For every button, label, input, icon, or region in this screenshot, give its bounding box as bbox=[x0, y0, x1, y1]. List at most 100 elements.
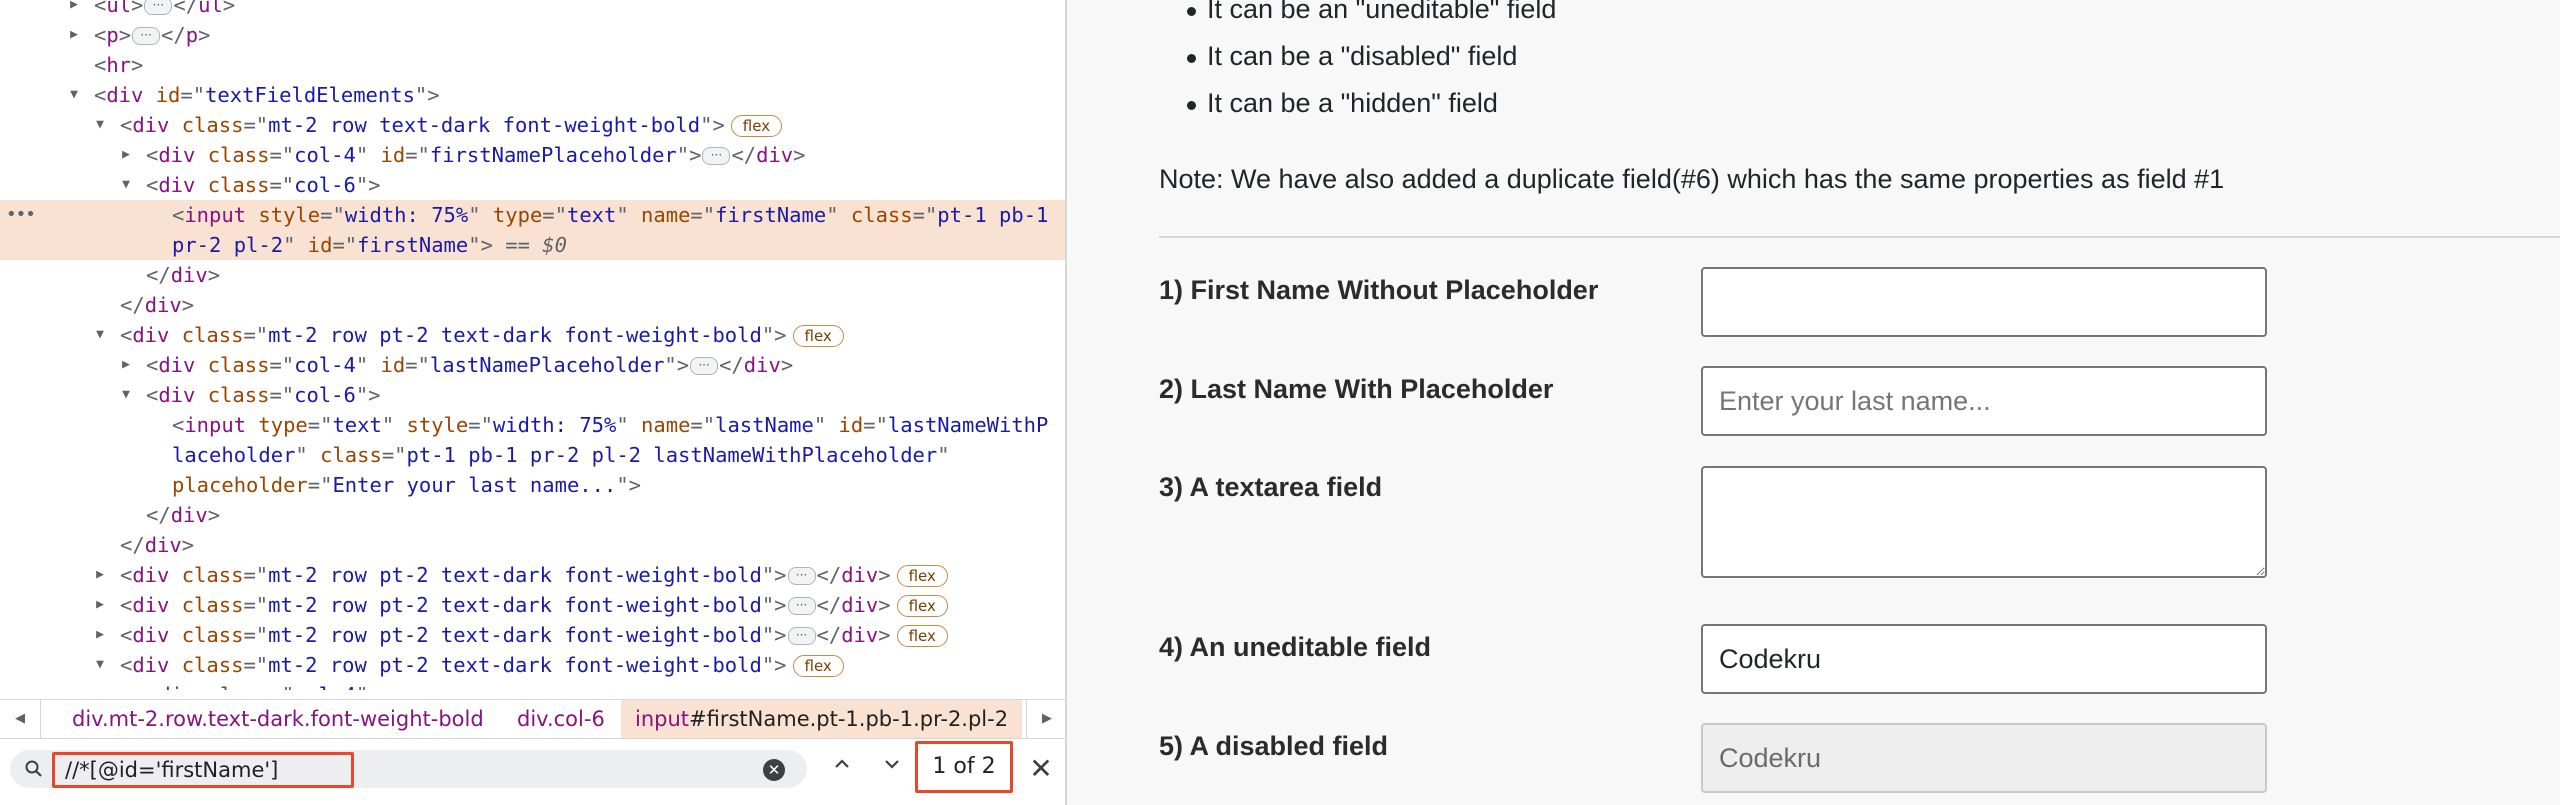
dom-node-row[interactable]: ▶ <div class="mt-2 row pt-2 text-dark fon… bbox=[0, 590, 1065, 620]
breadcrumb-item-row[interactable]: div.mt-2.row.text-dark.font-weight-bold bbox=[72, 700, 484, 738]
collapse-triangle-icon[interactable]: ▼ bbox=[92, 110, 108, 140]
dom-node-text: </div> bbox=[120, 533, 195, 557]
last-name-input[interactable] bbox=[1701, 366, 2267, 436]
dom-node-row[interactable]: <hr> bbox=[0, 50, 1065, 80]
web-page: It can be an "uneditable" field It can b… bbox=[1067, 0, 2560, 805]
collapse-triangle-icon[interactable]: ▼ bbox=[118, 380, 134, 410]
dom-node-text: <div id="textFieldElements"> bbox=[94, 83, 440, 107]
dom-node-row[interactable]: ▼ <div class="col-6"> bbox=[0, 170, 1065, 200]
dom-node-text: <ul> ··· </ul> bbox=[94, 0, 235, 20]
search-input[interactable]: //*[@id='firstName'] bbox=[52, 752, 354, 788]
search-box: //*[@id='firstName'] ✕ bbox=[10, 750, 807, 788]
expand-triangle-icon[interactable]: ▶ bbox=[118, 350, 134, 380]
collapse-triangle-icon[interactable]: ▼ bbox=[66, 80, 82, 110]
dom-node-row[interactable]: ▼ <div class="col-6"> bbox=[0, 380, 1065, 410]
flex-badge[interactable]: flex bbox=[896, 565, 948, 587]
breadcrumb-item-col[interactable]: div.col-6 bbox=[517, 700, 605, 738]
disabled-label: 5) A disabled field bbox=[1159, 731, 1389, 761]
expand-triangle-icon[interactable]: ▶ bbox=[92, 590, 108, 620]
selected-dom-node[interactable]: ••• <input style="width: 75%" type="text"… bbox=[0, 200, 1065, 230]
dom-node-row[interactable]: ▶ <ul> ··· </ul> bbox=[0, 0, 1065, 20]
collapse-triangle-icon[interactable]: ▼ bbox=[118, 680, 134, 690]
dom-node-text: <div class="mt-2 row text-dark font-weig… bbox=[120, 110, 783, 140]
dom-node-text: laceholder" class="pt-1 pb-1 pr-2 pl-2 l… bbox=[172, 443, 950, 467]
last-name-label: 2) Last Name With Placeholder bbox=[1159, 374, 1554, 404]
textarea-label: 3) A textarea field bbox=[1159, 472, 1383, 502]
first-name-label: 1) First Name Without Placeholder bbox=[1159, 275, 1599, 305]
expand-triangle-icon[interactable]: ▶ bbox=[92, 620, 108, 650]
dom-node-text: </div> bbox=[146, 263, 221, 287]
dom-node-text: placeholder="Enter your last name..."> bbox=[172, 473, 642, 497]
bullet-item: It can be a "disabled" field bbox=[1186, 41, 1518, 71]
dom-node-row[interactable]: ▶ <p> ··· </p> bbox=[0, 20, 1065, 50]
dom-node-text: <hr> bbox=[94, 53, 144, 77]
flex-badge[interactable]: flex bbox=[896, 625, 948, 647]
collapse-triangle-icon[interactable]: ▼ bbox=[92, 650, 108, 680]
clear-search-icon[interactable]: ✕ bbox=[763, 759, 785, 781]
collapse-triangle-icon[interactable]: ▼ bbox=[92, 320, 108, 350]
dom-search-bar: //*[@id='firstName'] ✕ 1 of 2 ✕ bbox=[0, 740, 1065, 805]
close-icon[interactable]: ✕ bbox=[1023, 750, 1059, 788]
dom-node-text: <div class="col-4"> bbox=[146, 680, 381, 690]
dom-node-text: <input type="text" style="width: 75%" na… bbox=[172, 413, 1049, 437]
breadcrumb-selector: #firstName.pt-1.pb-1.pr-2.pl-2 bbox=[689, 707, 1009, 731]
dom-node-row[interactable]: </div> bbox=[0, 500, 1065, 530]
dom-node-row[interactable]: ▼ <div class="mt-2 row pt-2 text-dark fon… bbox=[0, 650, 1065, 680]
dom-node-row[interactable]: </div> bbox=[0, 260, 1065, 290]
dom-node-row[interactable]: ▼ <div class="col-4"> bbox=[0, 680, 1065, 690]
note-text: Note: We have also added a duplicate fie… bbox=[1159, 164, 2225, 194]
dom-node-row[interactable]: ▶ <div class="mt-2 row pt-2 text-dark fon… bbox=[0, 620, 1065, 650]
flex-badge[interactable]: flex bbox=[792, 655, 844, 677]
dom-node-text: <input style="width: 75%" type="text" na… bbox=[172, 203, 1049, 227]
dom-node-text: <div class="col-6"> bbox=[146, 173, 381, 197]
collapse-triangle-icon[interactable]: ▼ bbox=[118, 170, 134, 200]
flex-badge[interactable]: flex bbox=[730, 115, 783, 137]
dom-node-row[interactable]: ▶ <div class="col-4" id="firstNamePlaceho… bbox=[0, 140, 1065, 170]
dom-node-text: <div class="col-4" id="lastNamePlacehold… bbox=[146, 353, 794, 377]
breadcrumb-tag: input bbox=[635, 707, 690, 731]
dom-node-row[interactable]: </div> bbox=[0, 290, 1065, 320]
dom-node-text: </div> bbox=[120, 293, 195, 317]
elements-tree[interactable]: ▶ <ul> ··· </ul> ▶ <p> ··· </p> <hr> ▼ <div id="te… bbox=[0, 0, 1065, 690]
dom-node-text: <div class="mt-2 row pt-2 text-dark font… bbox=[120, 620, 948, 650]
expand-ellipsis-icon[interactable]: ··· bbox=[787, 627, 816, 645]
expand-triangle-icon[interactable]: ▶ bbox=[66, 0, 82, 20]
dom-node-row[interactable]: ▶ <div class="col-4" id="lastNamePlacehol… bbox=[0, 350, 1065, 380]
expand-ellipsis-icon[interactable]: ··· bbox=[787, 597, 816, 615]
dom-node-row[interactable]: laceholder" class="pt-1 pb-1 pr-2 pl-2 l… bbox=[0, 440, 1065, 470]
dom-node-row[interactable]: ▼ <div id="textFieldElements"> bbox=[0, 80, 1065, 110]
previous-match-icon[interactable] bbox=[822, 750, 862, 788]
scroll-left-icon[interactable]: ◀ bbox=[0, 700, 41, 738]
dom-node-row[interactable]: ▼ <div class="mt-2 row pt-2 text-dark fon… bbox=[0, 320, 1065, 350]
expand-ellipsis-icon[interactable]: ··· bbox=[144, 0, 173, 15]
uneditable-input[interactable] bbox=[1701, 624, 2267, 694]
match-count: 1 of 2 bbox=[915, 741, 1013, 793]
scroll-right-icon[interactable]: ▶ bbox=[1026, 700, 1065, 738]
selected-dom-node[interactable]: pr-2 pl-2" id="firstName"> == $0 bbox=[0, 230, 1065, 260]
search-icon bbox=[25, 760, 42, 777]
dom-node-row[interactable]: </div> bbox=[0, 530, 1065, 560]
dom-node-row[interactable]: placeholder="Enter your last name..."> bbox=[0, 470, 1065, 500]
expand-ellipsis-icon[interactable]: ··· bbox=[132, 27, 161, 45]
textarea-field[interactable] bbox=[1701, 466, 2267, 578]
dom-node-text: <p> ··· </p> bbox=[94, 23, 211, 47]
dom-node-row[interactable]: ▼ <div class="mt-2 row text-dark font-wei… bbox=[0, 110, 1065, 140]
next-match-icon[interactable] bbox=[872, 750, 912, 788]
expand-triangle-icon[interactable]: ▶ bbox=[66, 20, 82, 50]
expand-ellipsis-icon[interactable]: ··· bbox=[702, 147, 731, 165]
flex-badge[interactable]: flex bbox=[792, 325, 844, 347]
dom-node-text: <div class="mt-2 row pt-2 text-dark font… bbox=[120, 560, 948, 590]
node-actions-icon[interactable]: ••• bbox=[6, 200, 36, 230]
first-name-input[interactable] bbox=[1701, 267, 2267, 337]
breadcrumb-item-input[interactable]: input#firstName.pt-1.pb-1.pr-2.pl-2 bbox=[621, 700, 1023, 738]
expand-triangle-icon[interactable]: ▶ bbox=[92, 560, 108, 590]
expand-ellipsis-icon[interactable]: ··· bbox=[690, 357, 719, 375]
expand-ellipsis-icon[interactable]: ··· bbox=[787, 567, 816, 585]
breadcrumb-bar: ◀ div.mt-2.row.text-dark.font-weight-bol… bbox=[0, 699, 1065, 739]
dom-node-text: <div class="mt-2 row pt-2 text-dark font… bbox=[120, 650, 844, 680]
dom-node-row[interactable]: ▶ <div class="mt-2 row pt-2 text-dark fon… bbox=[0, 560, 1065, 590]
flex-badge[interactable]: flex bbox=[896, 595, 948, 617]
dom-node-row[interactable]: <input type="text" style="width: 75%" na… bbox=[0, 410, 1065, 440]
dom-node-text: pr-2 pl-2" id="firstName"> == $0 bbox=[172, 233, 567, 257]
expand-triangle-icon[interactable]: ▶ bbox=[118, 140, 134, 170]
